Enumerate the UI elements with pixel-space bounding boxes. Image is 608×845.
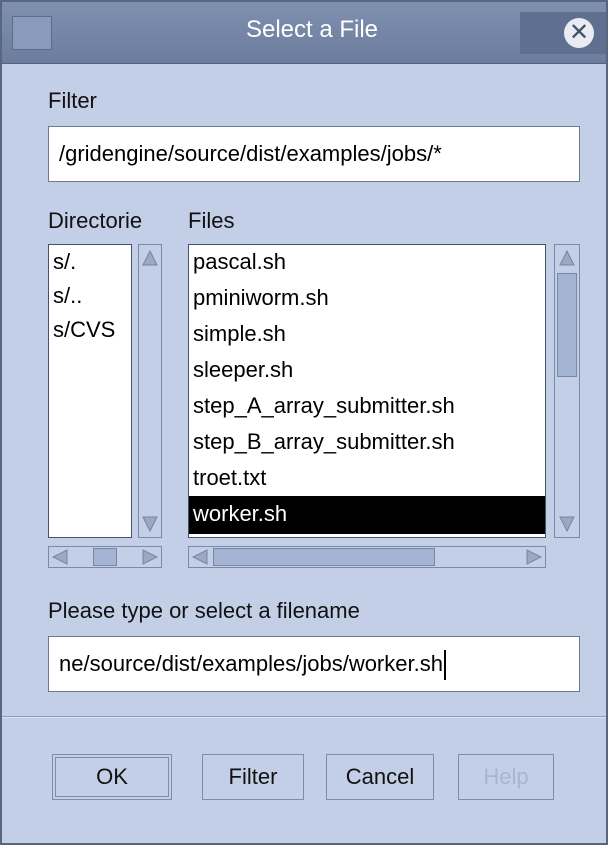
filter-input[interactable]: /gridengine/source/dist/examples/jobs/* [48,126,580,182]
files-horizontal-scrollbar[interactable] [188,546,546,568]
scroll-left-arrow-icon [51,549,68,565]
scroll-up-arrow-icon [559,249,575,266]
directories-list[interactable]: s/. s/.. s/CVS [48,244,132,538]
files-list[interactable]: pascal.sh pminiworm.sh simple.sh sleeper… [188,244,546,538]
file-item[interactable]: simple.sh [189,317,545,353]
directory-item[interactable]: s/.. [49,279,131,313]
directory-item[interactable]: s/. [49,245,131,279]
file-item[interactable]: step_B_array_submitter.sh [189,425,545,461]
file-item[interactable]: pascal.sh [189,245,545,281]
directories-horizontal-scrollbar[interactable] [48,546,162,568]
filter-label: Filter [48,88,97,113]
file-item[interactable]: troet.txt [189,461,545,497]
directories-hscroll-thumb[interactable] [93,548,117,566]
filename-input[interactable]: ne/source/dist/examples/jobs/worker.sh [48,636,580,692]
scroll-up-arrow-icon [142,249,158,266]
scroll-right-arrow-icon [142,549,159,565]
filter-button[interactable]: Filter [202,754,304,800]
help-button[interactable]: Help [458,754,554,800]
filter-input-value: /gridengine/source/dist/examples/jobs/* [59,141,442,166]
title-bar[interactable]: Select a File ✕ [2,2,606,64]
ok-button[interactable]: OK [52,754,172,800]
close-icon: ✕ [564,18,594,48]
close-button[interactable]: ✕ [520,12,606,54]
directories-label: Directorie [48,208,143,233]
file-item[interactable]: step_A_array_submitter.sh [189,389,545,425]
dialog-title: Select a File [245,16,379,43]
file-item[interactable]: sleeper.sh [189,353,545,389]
directory-item[interactable]: s/CVS [49,313,131,347]
files-label: Files [188,208,235,233]
file-item[interactable]: pminiworm.sh [189,281,545,317]
files-vscroll-thumb[interactable] [557,273,577,377]
filename-input-value: ne/source/dist/examples/jobs/worker.sh [59,651,443,676]
separator [2,716,606,718]
text-cursor [443,650,446,681]
cancel-button[interactable]: Cancel [326,754,434,800]
window-menu-icon[interactable] [12,16,52,50]
scroll-down-arrow-icon [559,516,575,533]
files-hscroll-thumb[interactable] [213,548,435,566]
filename-label: Please type or select a filename [48,598,360,623]
directories-vertical-scrollbar[interactable] [138,244,162,538]
files-vertical-scrollbar[interactable] [554,244,580,538]
file-item-selected[interactable]: worker.sh [189,496,545,534]
scroll-down-arrow-icon [142,516,158,533]
scroll-right-arrow-icon [526,549,543,565]
scroll-left-arrow-icon [191,549,208,565]
file-dialog: Select a File ✕ Filter /gridengine/sourc… [0,0,608,845]
